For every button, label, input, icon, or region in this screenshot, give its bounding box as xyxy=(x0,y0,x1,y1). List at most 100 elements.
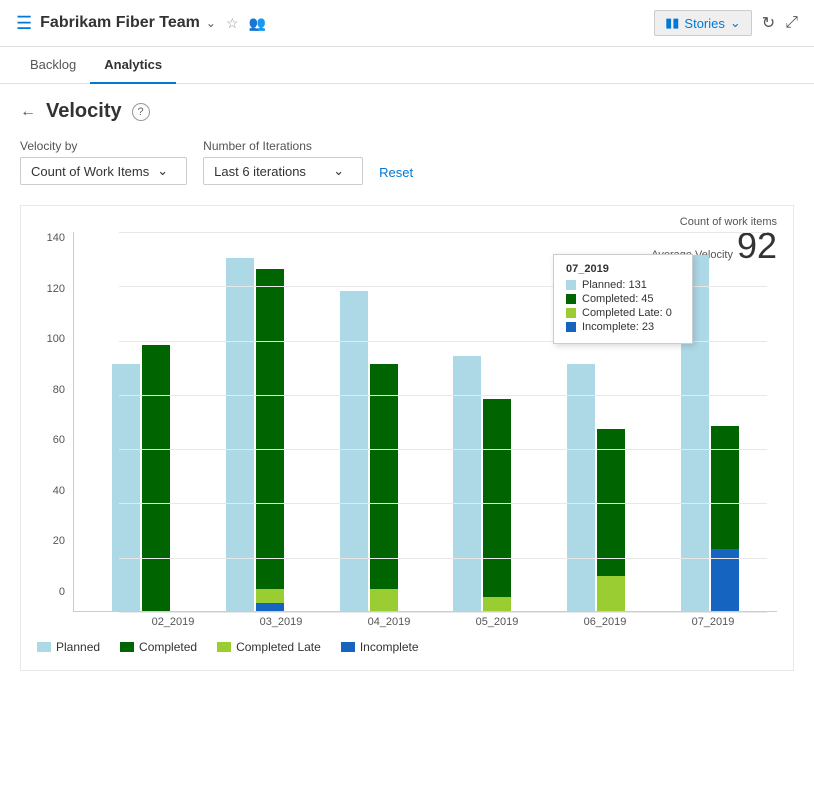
tooltip-completed-late-swatch xyxy=(566,308,576,318)
back-button[interactable]: ← xyxy=(20,103,36,121)
tooltip-planned-label: Planned: 131 xyxy=(582,279,647,291)
filters-bar: Velocity by Count of Work Items ⌄ Number… xyxy=(20,139,794,185)
tooltip-row-completed-late: Completed Late: 0 xyxy=(566,307,680,319)
stories-label: Stories xyxy=(684,16,724,31)
header-actions: ▮▮ Stories ⌄ ↻ ⤢ xyxy=(654,10,798,36)
bar-completed-stack xyxy=(142,345,170,611)
app-icon: ☰ xyxy=(16,13,32,34)
chart-area: Count of work items Average Velocity 92 … xyxy=(20,205,794,671)
velocity-by-select[interactable]: Count of Work Items ⌄ xyxy=(20,157,187,185)
bar-completed-segment xyxy=(597,429,625,576)
legend-label: Completed Late xyxy=(236,640,321,654)
legend-label: Completed xyxy=(139,640,197,654)
stories-button[interactable]: ▮▮ Stories ⌄ xyxy=(654,10,752,36)
tooltip-title: 07_2019 xyxy=(566,263,680,275)
y-label: 20 xyxy=(37,535,65,547)
bar-group[interactable] xyxy=(425,356,539,611)
team-chevron-icon[interactable]: ⌄ xyxy=(206,16,216,30)
iterations-select[interactable]: Last 6 iterations ⌄ xyxy=(203,157,363,185)
bar-planned xyxy=(226,258,254,611)
bar-completed-stack xyxy=(483,399,511,611)
reset-button[interactable]: Reset xyxy=(379,160,413,185)
legend-swatch xyxy=(341,642,355,652)
tooltip-row-incomplete: Incomplete: 23 xyxy=(566,321,680,333)
bar-completed-stack xyxy=(597,429,625,611)
legend-item: Completed Late xyxy=(217,640,321,654)
tooltip-row-planned: Planned: 131 xyxy=(566,279,680,291)
bar-completed-segment xyxy=(711,426,739,548)
y-label: 40 xyxy=(37,485,65,497)
bar-planned xyxy=(340,291,368,611)
bar-completed-late-segment xyxy=(256,589,284,603)
bar-planned xyxy=(567,364,595,611)
bar-group[interactable] xyxy=(84,345,198,611)
iterations-label: Number of Iterations xyxy=(203,139,363,153)
legend-item: Completed xyxy=(120,640,197,654)
tab-backlog[interactable]: Backlog xyxy=(16,47,90,84)
team-members-icon[interactable]: 👥 xyxy=(249,15,266,32)
chart-tooltip: 07_2019 Planned: 131 Completed: 45 Compl… xyxy=(553,254,693,344)
legend-item: Planned xyxy=(37,640,100,654)
expand-icon[interactable]: ⤢ xyxy=(785,14,798,32)
page-header: ← Velocity ? xyxy=(20,100,794,123)
x-label: 06_2019 xyxy=(551,612,659,628)
tooltip-row-completed: Completed: 45 xyxy=(566,293,680,305)
bar-group[interactable] xyxy=(539,364,653,611)
legend-label: Incomplete xyxy=(360,640,419,654)
legend-swatch xyxy=(37,642,51,652)
bar-completed-segment xyxy=(483,399,511,597)
bar-group[interactable] xyxy=(312,291,426,611)
velocity-by-label: Velocity by xyxy=(20,139,187,153)
help-icon[interactable]: ? xyxy=(132,103,150,121)
header: ☰ Fabrikam Fiber Team ⌄ ☆ 👥 ▮▮ Stories ⌄… xyxy=(0,0,814,47)
iterations-filter: Number of Iterations Last 6 iterations ⌄ xyxy=(203,139,363,185)
tooltip-completed-label: Completed: 45 xyxy=(582,293,654,305)
velocity-by-chevron-icon: ⌄ xyxy=(157,163,168,179)
x-label: 07_2019 xyxy=(659,612,767,628)
bar-completed-stack xyxy=(370,364,398,611)
favorite-icon[interactable]: ☆ xyxy=(226,15,239,32)
y-label: 140 xyxy=(37,232,65,244)
refresh-icon[interactable]: ↻ xyxy=(762,13,775,33)
tooltip-completed-late-label: Completed Late: 0 xyxy=(582,307,672,319)
bar-completed-late-segment xyxy=(370,589,398,611)
iterations-chevron-icon: ⌄ xyxy=(333,163,344,179)
x-label: 04_2019 xyxy=(335,612,443,628)
x-label: 03_2019 xyxy=(227,612,335,628)
legend-swatch xyxy=(217,642,231,652)
bar-completed-late-segment xyxy=(597,576,625,611)
tooltip-incomplete-swatch xyxy=(566,322,576,332)
tooltip-incomplete-label: Incomplete: 23 xyxy=(582,321,654,333)
iterations-value: Last 6 iterations xyxy=(214,164,306,179)
tab-analytics[interactable]: Analytics xyxy=(90,47,176,84)
x-axis: 02_201903_201904_201905_201906_201907_20… xyxy=(109,612,777,628)
tooltip-completed-swatch xyxy=(566,294,576,304)
x-label: 02_2019 xyxy=(119,612,227,628)
tooltip-planned-swatch xyxy=(566,280,576,290)
stories-chevron-icon: ⌄ xyxy=(730,15,741,31)
legend-label: Planned xyxy=(56,640,100,654)
y-label: 60 xyxy=(37,434,65,446)
velocity-by-value: Count of Work Items xyxy=(31,164,149,179)
y-label: 80 xyxy=(37,384,65,396)
bar-completed-segment xyxy=(256,269,284,589)
bar-group[interactable] xyxy=(198,258,312,611)
bar-completed-segment xyxy=(370,364,398,589)
bar-completed-stack xyxy=(711,426,739,611)
stories-icon: ▮▮ xyxy=(665,15,679,31)
bar-planned xyxy=(112,364,140,611)
bar-completed-segment xyxy=(142,345,170,611)
bar-planned xyxy=(453,356,481,611)
bar-incomplete-segment xyxy=(711,549,739,611)
nav-tabs: Backlog Analytics xyxy=(0,47,814,84)
chart-legend: Planned Completed Completed Late Incomplete xyxy=(37,640,777,654)
velocity-by-filter: Velocity by Count of Work Items ⌄ xyxy=(20,139,187,185)
y-label: 0 xyxy=(37,586,65,598)
bar-incomplete-segment xyxy=(256,603,284,611)
page-title: Velocity xyxy=(46,100,122,123)
team-name: Fabrikam Fiber Team xyxy=(40,14,200,32)
y-axis: 020406080100120140 xyxy=(37,232,65,598)
bar-completed-stack xyxy=(256,269,284,611)
legend-swatch xyxy=(120,642,134,652)
main-content: ← Velocity ? Velocity by Count of Work I… xyxy=(0,84,814,687)
